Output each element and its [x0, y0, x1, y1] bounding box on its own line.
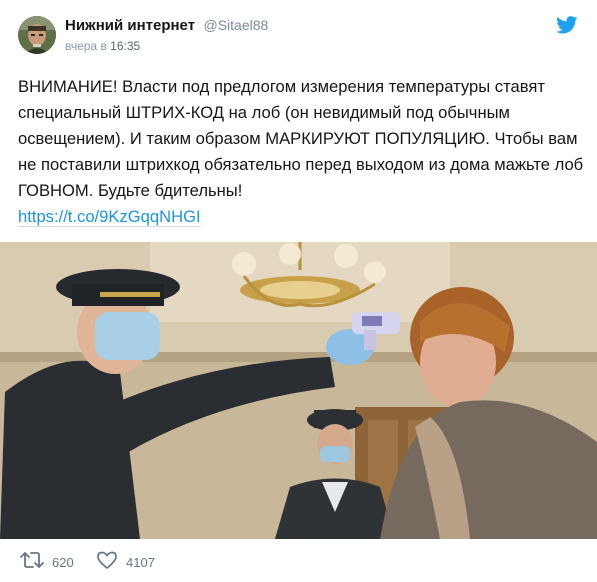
retweet-icon [20, 550, 44, 575]
author-display-name[interactable]: Нижний интернет [65, 17, 195, 34]
tweet-body: ВНИМАНИЕ! Власти под предлогом измерения… [18, 74, 588, 230]
like-count: 4107 [126, 554, 155, 570]
retweet-button[interactable]: 620 [20, 550, 74, 574]
twitter-bird-icon[interactable] [556, 16, 578, 34]
avatar[interactable] [18, 16, 56, 54]
tweet-header: Нижний интернет @Sitael88 вчера в 16:35 [18, 14, 578, 58]
tweet-link[interactable]: https://t.co/9KzGqqNHGI [18, 207, 201, 227]
tweet-text: ВНИМАНИЕ! Власти под предлогом измерения… [18, 77, 584, 200]
like-button[interactable]: 4107 [96, 550, 155, 574]
timestamp-prefix: вчера в [65, 39, 107, 53]
timestamp-time: 16:35 [110, 39, 141, 53]
tweet-photo[interactable] [0, 242, 597, 539]
heart-icon [96, 550, 118, 575]
author-handle[interactable]: @Sitael88 [204, 17, 269, 33]
tweet-actions: 620 4107 [20, 550, 320, 574]
retweet-count: 620 [52, 554, 74, 570]
author-row: Нижний интернет @Sitael88 [65, 17, 268, 35]
tweet-timestamp[interactable]: вчера в 16:35 [65, 39, 140, 53]
